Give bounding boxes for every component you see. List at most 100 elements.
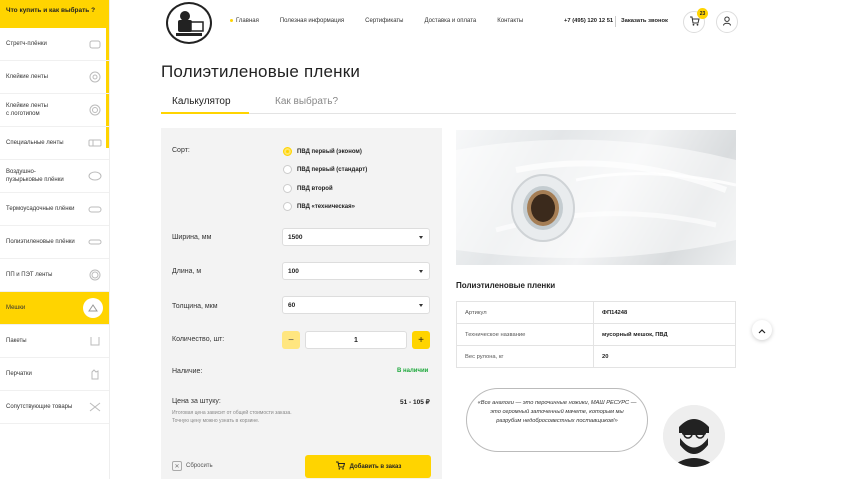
site-logo[interactable] <box>166 2 212 44</box>
thickness-select[interactable]: 60 <box>282 296 430 314</box>
phone-link[interactable]: +7 (495) 120 12 51 <box>564 18 613 24</box>
availability-label: Наличие: <box>172 368 203 375</box>
sidebar-item-stretch-film[interactable]: Стретч-плёнки <box>0 28 109 61</box>
sidebar-header[interactable]: Что купить и как выбрать ? <box>0 0 109 28</box>
sort-option-economy[interactable]: ПВД первый (эконом) <box>283 147 362 156</box>
nav-home[interactable]: Главная <box>230 18 259 24</box>
special-tape-icon <box>87 136 103 150</box>
sidebar-item-label: Мешки <box>6 304 26 311</box>
spec-key: Вес рулона, кг <box>456 345 594 368</box>
price-label: Цена за штуку: <box>172 398 221 405</box>
nav-home-label: Главная <box>236 18 259 24</box>
sidebar-item-label: Клейкие ленты <box>6 73 48 80</box>
sort-option-label: ПВД «техническая» <box>297 203 355 210</box>
sort-option-label: ПВД первый (стандарт) <box>297 166 368 173</box>
active-tab-indicator <box>161 112 249 114</box>
radio-icon <box>283 184 292 193</box>
sidebar-item-bags[interactable]: Мешки <box>0 292 109 325</box>
chevron-up-icon <box>758 321 766 339</box>
main-nav: Главная Полезная информация Сертификаты … <box>230 18 523 24</box>
spec-key: Артикул <box>456 301 594 324</box>
sidebar-item-strapping[interactable]: ПП и ПЭТ ленты <box>0 259 109 292</box>
nav-certificates[interactable]: Сертификаты <box>365 18 403 24</box>
sidebar-item-special-tape[interactable]: Специальные ленты <box>0 127 109 160</box>
availability-status: В наличии <box>397 368 429 374</box>
tools-icon <box>87 400 103 414</box>
sidebar-item-label: Сопутствующие товары <box>6 403 73 410</box>
strapping-icon <box>87 268 103 282</box>
sort-option-second[interactable]: ПВД второй <box>283 184 333 193</box>
price-note-line: Точную цену можно узнать в корзине. <box>172 417 260 424</box>
cart-button[interactable]: 23 <box>683 8 708 33</box>
tape-icon <box>87 70 103 84</box>
price-value: 51 - 105 ₽ <box>400 399 430 406</box>
length-value: 100 <box>288 268 299 275</box>
radio-icon <box>283 165 292 174</box>
sort-option-label: ПВД второй <box>297 185 333 192</box>
callback-link[interactable]: Заказать звонок <box>621 18 668 24</box>
sidebar-item-tape[interactable]: Клейкие ленты <box>0 61 109 94</box>
reset-button[interactable]: ✕ Сбросить <box>172 461 213 471</box>
nav-delivery[interactable]: Доставка и оплата <box>424 18 476 24</box>
sidebar-item-logo-tape[interactable]: Клейкие ленты с логотипом <box>0 94 109 127</box>
header-divider <box>615 16 616 27</box>
sidebar-item-gloves[interactable]: Перчатки <box>0 358 109 391</box>
sidebar-item-accessories[interactable]: Сопутствующие товары <box>0 391 109 424</box>
product-title: Полиэтиленовые пленки <box>456 281 556 290</box>
page-title: Полиэтиленовые пленки <box>161 62 361 81</box>
close-icon: ✕ <box>172 461 182 471</box>
shrink-film-icon <box>87 202 103 216</box>
width-label: Ширина, мм <box>172 234 212 241</box>
sidebar-item-shrink-film[interactable]: Термоусадочные плёнки <box>0 193 109 226</box>
quantity-increment-button[interactable]: + <box>412 331 430 349</box>
cart-count-badge: 23 <box>697 8 708 19</box>
sort-option-standard[interactable]: ПВД первый (стандарт) <box>283 165 367 174</box>
width-select[interactable]: 1500 <box>282 228 430 246</box>
sidebar-item-label: Клейкие ленты с логотипом <box>6 102 48 117</box>
sort-label: Сорт: <box>172 147 190 154</box>
spec-value: ФП14248 <box>593 301 736 324</box>
user-icon <box>722 13 732 31</box>
quantity-label: Количество, шт: <box>172 336 225 343</box>
add-to-order-label: Добавить в заказ <box>349 463 402 470</box>
gloves-icon <box>87 367 103 381</box>
thickness-value: 60 <box>288 302 296 309</box>
table-row: Вес рулона, кг 20 <box>456 345 736 368</box>
chevron-down-icon <box>419 236 423 239</box>
add-to-order-button[interactable]: Добавить в заказ <box>305 455 431 478</box>
radio-icon <box>283 202 292 211</box>
stretch-film-icon <box>87 37 103 51</box>
active-dot-icon <box>230 18 233 22</box>
spec-value: 20 <box>593 345 736 368</box>
calculator-panel: Сорт: ПВД первый (эконом) ПВД первый (ст… <box>161 128 442 479</box>
price-note: Итоговая цена зависит от общей стоимости… <box>172 410 372 425</box>
scroll-to-top-button[interactable] <box>752 320 772 340</box>
sidebar-item-label: Полиэтиленовые плёнки <box>6 238 75 245</box>
sort-option-technical[interactable]: ПВД «техническая» <box>283 202 355 211</box>
quantity-decrement-button[interactable]: − <box>282 331 300 349</box>
table-row: Артикул ФП14248 <box>456 301 736 324</box>
radio-selected-icon <box>283 147 292 156</box>
sidebar-item-packets[interactable]: Пакеты <box>0 325 109 358</box>
sidebar-item-label: Воздушно- пузырьковые плёнки <box>6 168 64 183</box>
quantity-input[interactable]: 1 <box>305 331 407 349</box>
nav-useful-info[interactable]: Полезная информация <box>280 18 344 24</box>
tab-calculator[interactable]: Калькулятор <box>172 96 231 107</box>
length-select[interactable]: 100 <box>282 262 430 280</box>
sidebar-item-label: Специальные ленты <box>6 139 64 146</box>
sidebar-header-label: Что купить и как выбрать ? <box>6 7 96 14</box>
nav-contacts[interactable]: Контакты <box>497 18 523 24</box>
logo-tape-icon <box>87 103 103 117</box>
sidebar-item-polyethylene-film[interactable]: Полиэтиленовые плёнки <box>0 226 109 259</box>
account-button[interactable] <box>716 11 738 33</box>
sidebar-item-label: ПП и ПЭТ ленты <box>6 271 53 278</box>
mascot-avatar <box>663 405 725 467</box>
sidebar-item-bubble-wrap[interactable]: Воздушно- пузырьковые плёнки <box>0 160 109 193</box>
polyethylene-roll-icon <box>87 235 103 249</box>
sort-option-label: ПВД первый (эконом) <box>297 148 362 155</box>
tab-how-to-choose[interactable]: Как выбрать? <box>275 96 338 107</box>
width-value: 1500 <box>288 234 303 241</box>
chevron-down-icon <box>419 304 423 307</box>
length-label: Длина, м <box>172 268 202 275</box>
reset-label: Сбросить <box>186 463 213 469</box>
